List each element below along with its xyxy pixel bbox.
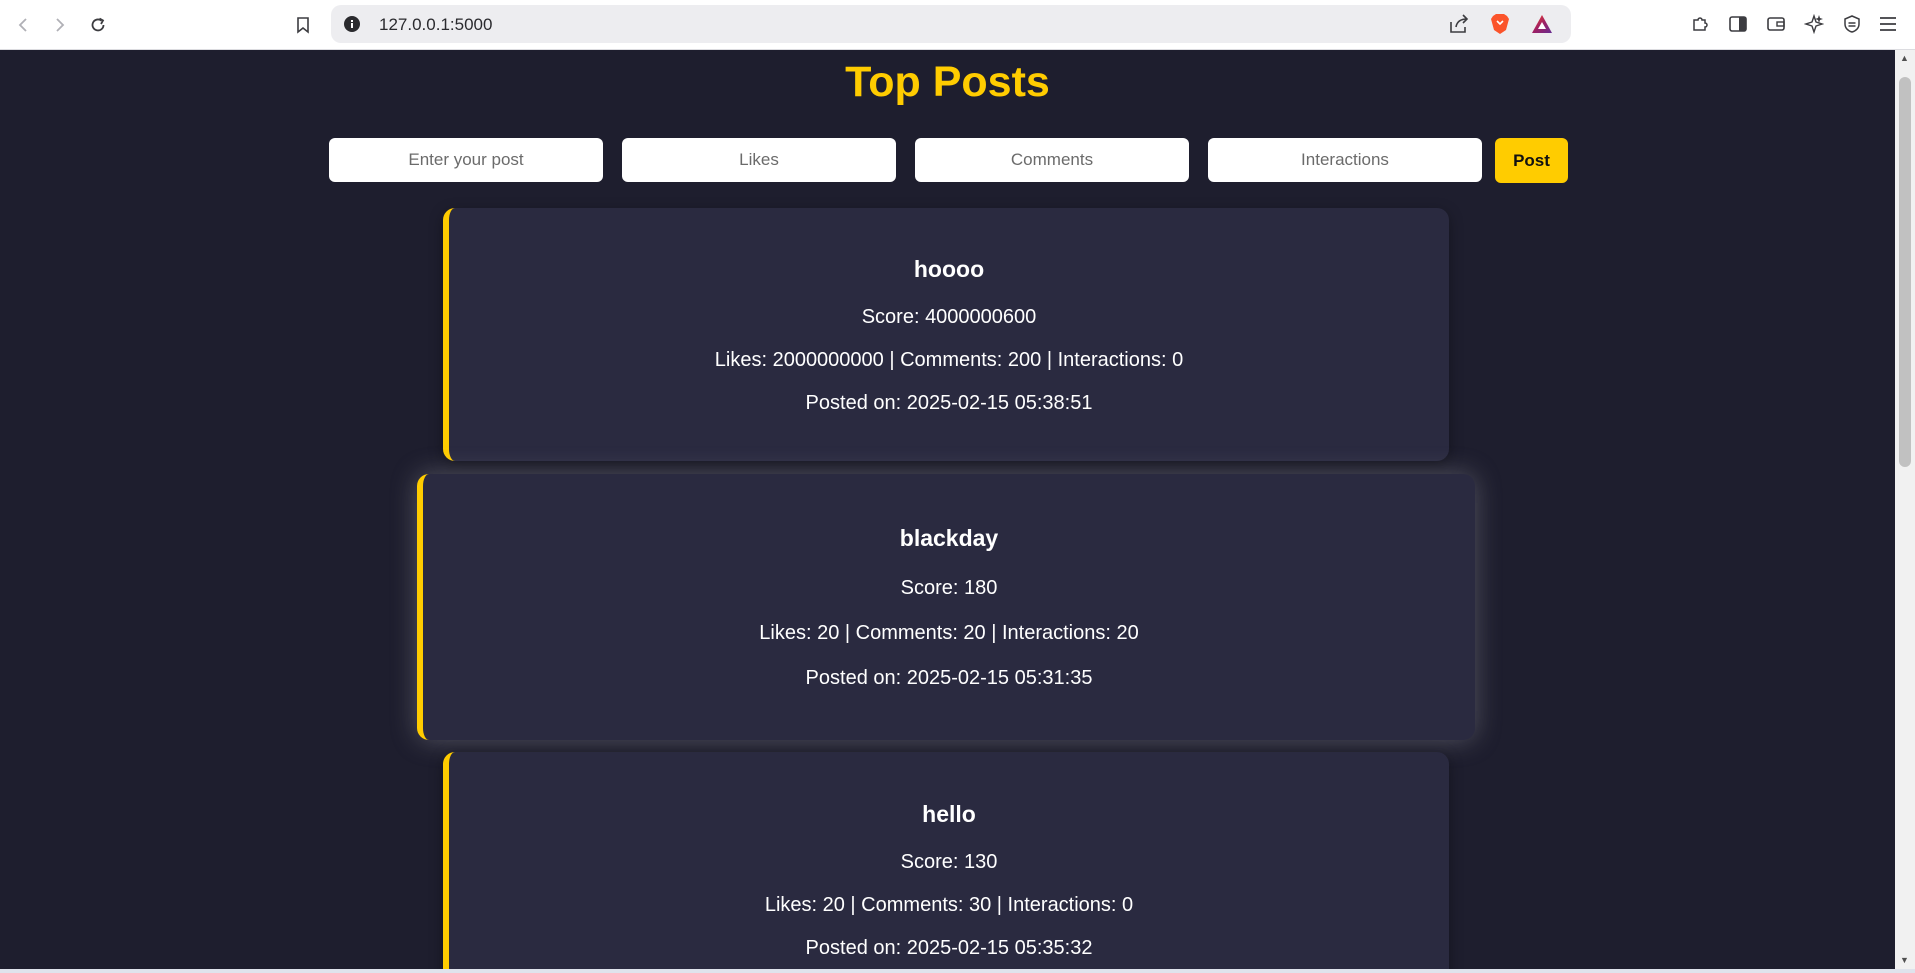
extensions-icon[interactable] [1688, 12, 1712, 36]
sidebar-icon[interactable] [1726, 12, 1750, 36]
page-title: Top Posts [845, 58, 1050, 106]
post-card: blackday Score: 180 Likes: 20 | Comments… [417, 474, 1475, 740]
post-stats: Likes: 2000000000 | Comments: 200 | Inte… [714, 349, 1184, 371]
url-text[interactable]: 127.0.0.1:5000 [379, 15, 492, 35]
brave-rewards-icon[interactable] [1531, 14, 1553, 39]
vpn-icon[interactable] [1840, 12, 1864, 36]
reload-icon[interactable] [83, 10, 113, 40]
post-score: Score: 4000000600 [861, 306, 1037, 328]
scroll-down-arrow-icon[interactable]: ▼ [1900, 955, 1909, 965]
post-score: Score: 180 [900, 577, 998, 599]
wallet-icon[interactable] [1764, 12, 1788, 36]
brave-shield-icon[interactable] [1489, 13, 1511, 40]
post-card: hello Score: 130 Likes: 20 | Comments: 3… [443, 752, 1449, 969]
comments-input[interactable] [915, 138, 1189, 182]
interactions-input[interactable] [1208, 138, 1482, 182]
post-button[interactable]: Post [1495, 138, 1568, 183]
address-bar[interactable]: 127.0.0.1:5000 [331, 5, 1571, 43]
post-title: hoooo [913, 256, 985, 282]
menu-icon[interactable] [1876, 12, 1900, 36]
post-title: blackday [899, 525, 999, 551]
page-viewport: Top Posts Post hoooo Score: 4000000600 L… [0, 50, 1895, 969]
forward-arrow-icon[interactable] [45, 10, 75, 40]
site-info-icon[interactable] [343, 15, 361, 38]
window-bottom-edge [0, 969, 1915, 973]
post-card: hoooo Score: 4000000600 Likes: 200000000… [443, 208, 1449, 461]
bookmark-icon[interactable] [288, 10, 318, 40]
post-date: Posted on: 2025-02-15 05:35:32 [805, 937, 1093, 959]
scroll-up-arrow-icon[interactable]: ▲ [1900, 53, 1909, 63]
leo-ai-icon[interactable] [1802, 12, 1826, 36]
scroll-thumb[interactable] [1899, 77, 1911, 467]
post-title: hello [922, 801, 976, 827]
post-date: Posted on: 2025-02-15 05:31:35 [805, 667, 1093, 689]
likes-input[interactable] [622, 138, 896, 182]
post-date: Posted on: 2025-02-15 05:38:51 [805, 392, 1093, 414]
post-stats: Likes: 20 | Comments: 20 | Interactions:… [759, 622, 1139, 644]
post-stats: Likes: 20 | Comments: 30 | Interactions:… [764, 894, 1134, 916]
back-arrow-icon[interactable] [8, 10, 38, 40]
share-icon[interactable] [1448, 14, 1470, 39]
browser-toolbar: 127.0.0.1:5000 [0, 0, 1915, 50]
post-score: Score: 130 [900, 851, 998, 873]
post-text-input[interactable] [329, 138, 603, 182]
page-scrollbar[interactable]: ▲ ▼ [1895, 50, 1915, 969]
